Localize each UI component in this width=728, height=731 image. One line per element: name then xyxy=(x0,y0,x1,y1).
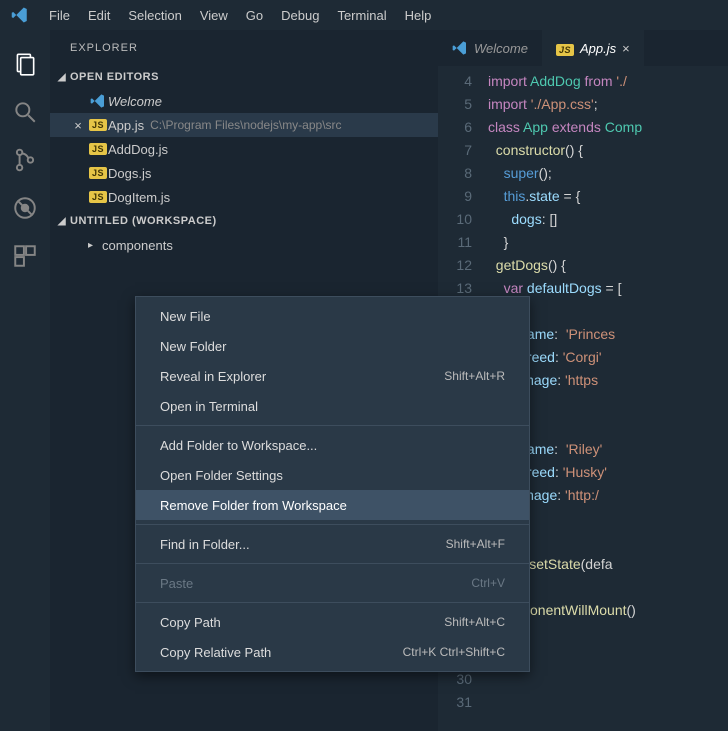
menu-debug[interactable]: Debug xyxy=(272,4,328,27)
menu-selection[interactable]: Selection xyxy=(119,4,190,27)
tabs-bar: Welcome JS App.js × xyxy=(438,30,728,66)
menu-label: New File xyxy=(160,309,211,324)
menu-separator xyxy=(136,524,529,525)
folder-name: components xyxy=(102,238,173,253)
context-menu-item[interactable]: Add Folder to Workspace... xyxy=(136,430,529,460)
menu-shortcut: Ctrl+K Ctrl+Shift+C xyxy=(403,645,505,659)
close-icon[interactable]: × xyxy=(68,118,88,133)
menu-label: Reveal in Explorer xyxy=(160,369,266,384)
context-menu-item[interactable]: Copy Path Shift+Alt+C xyxy=(136,607,529,637)
workspace-label: UNTITLED (WORKSPACE) xyxy=(70,215,217,227)
context-menu-item[interactable]: New Folder xyxy=(136,331,529,361)
menu-label: Copy Path xyxy=(160,615,221,630)
context-menu-item[interactable]: Open Folder Settings xyxy=(136,460,529,490)
menu-shortcut: Shift+Alt+R xyxy=(444,369,505,383)
file-name: Dogs.js xyxy=(108,166,151,181)
menu-label: Find in Folder... xyxy=(160,537,250,552)
open-editor-item[interactable]: JSDogItem.js xyxy=(50,185,438,209)
close-icon[interactable]: × xyxy=(622,41,630,56)
menu-label: Paste xyxy=(160,576,193,591)
menu-shortcut: Shift+Alt+F xyxy=(446,537,505,551)
file-icon: JS xyxy=(556,41,574,56)
menu-file[interactable]: File xyxy=(40,4,79,27)
menu-shortcut: Shift+Alt+C xyxy=(444,615,505,629)
file-name: App.js xyxy=(108,118,144,133)
open-editor-item[interactable]: JSDogs.js xyxy=(50,161,438,185)
menu-label: Open in Terminal xyxy=(160,399,258,414)
menu-edit[interactable]: Edit xyxy=(79,4,119,27)
vscode-logo-icon xyxy=(6,1,34,29)
file-icon: JS xyxy=(88,143,108,155)
sidebar-title: EXPLORER xyxy=(50,30,438,65)
menu-view[interactable]: View xyxy=(191,4,237,27)
file-icon: JS xyxy=(88,167,108,179)
menu-help[interactable]: Help xyxy=(396,4,441,27)
context-menu-item: Paste Ctrl+V xyxy=(136,568,529,598)
menu-separator xyxy=(136,563,529,564)
file-name: DogItem.js xyxy=(108,190,170,205)
file-name: AddDog.js xyxy=(108,142,168,157)
context-menu-item[interactable]: Reveal in Explorer Shift+Alt+R xyxy=(136,361,529,391)
chevron-down-icon: ◢ xyxy=(54,72,70,83)
tab-label: Welcome xyxy=(474,41,528,56)
tab-welcome[interactable]: Welcome xyxy=(438,30,542,66)
open-editor-item[interactable]: ×JSApp.js C:\Program Files\nodejs\my-app\… xyxy=(50,113,438,137)
search-icon[interactable] xyxy=(1,88,49,136)
workspace-header[interactable]: ◢ UNTITLED (WORKSPACE) xyxy=(50,209,438,233)
open-editor-item[interactable]: JSAddDog.js xyxy=(50,137,438,161)
tab-app-js[interactable]: JS App.js × xyxy=(542,30,644,66)
open-editors-header[interactable]: ◢ OPEN EDITORS xyxy=(50,65,438,89)
file-icon: JS xyxy=(88,119,108,131)
workspace-folder[interactable]: ▸components xyxy=(50,233,438,257)
menu-label: Copy Relative Path xyxy=(160,645,271,660)
open-editors-label: OPEN EDITORS xyxy=(70,71,159,83)
file-icon: JS xyxy=(88,191,108,203)
extensions-icon[interactable] xyxy=(1,232,49,280)
tab-label: App.js xyxy=(580,41,616,56)
file-path: C:\Program Files\nodejs\my-app\src xyxy=(150,118,341,132)
file-icon xyxy=(452,40,468,56)
file-icon xyxy=(88,93,108,109)
menu-label: Add Folder to Workspace... xyxy=(160,438,317,453)
menu-go[interactable]: Go xyxy=(237,4,272,27)
file-name: Welcome xyxy=(108,94,162,109)
open-editor-item[interactable]: Welcome xyxy=(50,89,438,113)
explorer-icon[interactable] xyxy=(1,40,49,88)
activity-bar xyxy=(0,30,50,731)
source-control-icon[interactable] xyxy=(1,136,49,184)
menu-label: Open Folder Settings xyxy=(160,468,283,483)
context-menu-item[interactable]: Copy Relative Path Ctrl+K Ctrl+Shift+C xyxy=(136,637,529,667)
menu-terminal[interactable]: Terminal xyxy=(328,4,395,27)
chevron-down-icon: ◢ xyxy=(54,216,70,227)
context-menu-item[interactable]: Find in Folder... Shift+Alt+F xyxy=(136,529,529,559)
chevron-right-icon: ▸ xyxy=(88,240,102,251)
menu-label: Remove Folder from Workspace xyxy=(160,498,347,513)
menu-shortcut: Ctrl+V xyxy=(471,576,505,590)
context-menu-item[interactable]: Open in Terminal xyxy=(136,391,529,421)
menu-separator xyxy=(136,425,529,426)
menubar: FileEditSelectionViewGoDebugTerminalHelp xyxy=(0,0,728,30)
debug-icon[interactable] xyxy=(1,184,49,232)
context-menu: New File New Folder Reveal in Explorer Shif… xyxy=(135,296,530,672)
menu-label: New Folder xyxy=(160,339,226,354)
context-menu-item[interactable]: Remove Folder from Workspace xyxy=(136,490,529,520)
context-menu-item[interactable]: New File xyxy=(136,301,529,331)
menu-separator xyxy=(136,602,529,603)
